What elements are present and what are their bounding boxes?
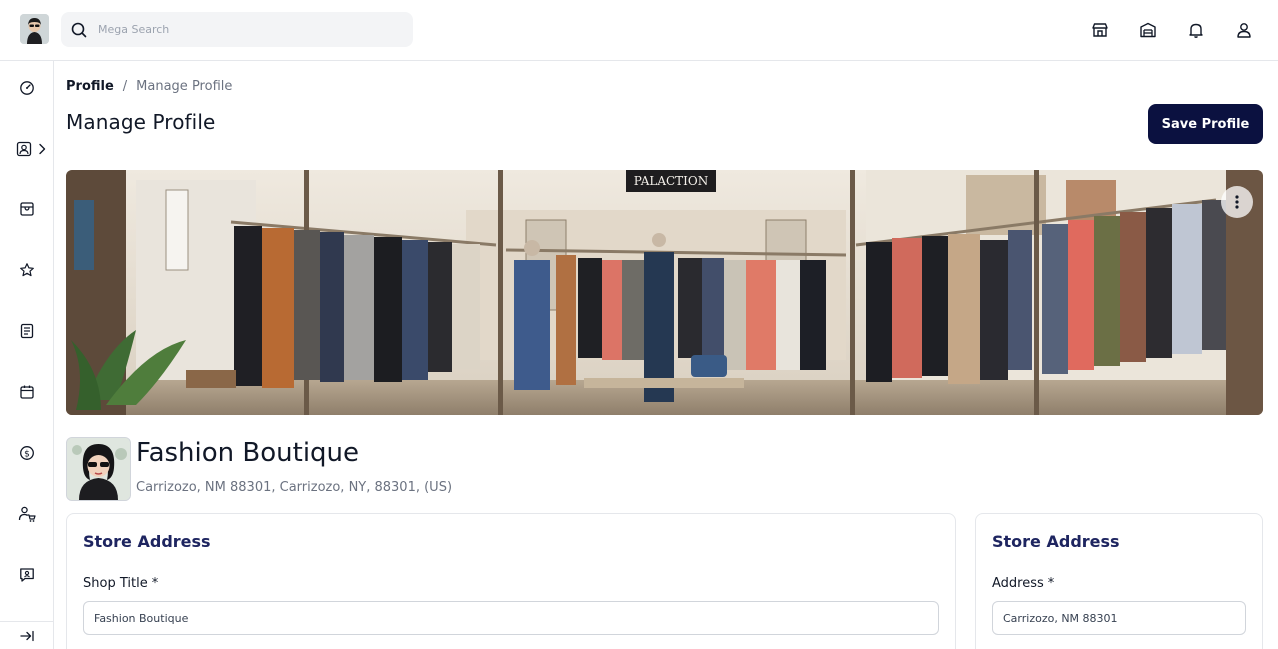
breadcrumb-item-current: Manage Profile (136, 79, 233, 94)
store-avatar[interactable] (66, 437, 131, 501)
sidebar-item-orders[interactable] (0, 316, 54, 346)
sidebar-item-dashboard[interactable] (0, 73, 54, 103)
shop-title-label: Shop Title * (83, 576, 158, 591)
bell-icon[interactable] (1186, 18, 1206, 42)
search-bar (61, 12, 413, 47)
collapse-icon (20, 630, 34, 641)
store-address: Carrizozo, NM 88301, Carrizozo, NY, 8830… (136, 480, 453, 495)
more-vertical-icon (1235, 195, 1239, 209)
shop-icon (20, 202, 34, 216)
user-cart-icon (18, 506, 36, 522)
search-input[interactable] (98, 23, 398, 36)
boutique-interior-illustration: PALACTION (66, 170, 1263, 415)
sidebar: $ (0, 61, 54, 649)
banner-sign-text: PALACTION (634, 174, 709, 188)
breadcrumb-separator: / (122, 79, 128, 94)
store-address-card-left: Store Address Shop Title * (66, 513, 956, 649)
dashboard-icon (20, 81, 34, 95)
profile-icon (16, 141, 32, 157)
sidebar-item-payments[interactable]: $ (0, 438, 54, 468)
shop-title-label-text: Shop Title (83, 576, 148, 591)
top-bar (0, 0, 1278, 61)
required-marker: * (1047, 576, 1055, 591)
shop-title-input[interactable] (83, 601, 939, 635)
card-title: Store Address (992, 532, 1120, 551)
breadcrumb: Profile / Manage Profile (66, 79, 232, 94)
user-icon[interactable] (1234, 18, 1254, 42)
store-banner-image: PALACTION (66, 170, 1263, 415)
chat-icon (20, 568, 34, 582)
svg-text:$: $ (24, 449, 30, 459)
sidebar-collapse-button[interactable] (0, 621, 54, 649)
chevron-right-icon (39, 143, 46, 155)
sidebar-item-reviews[interactable] (0, 255, 54, 285)
save-profile-button[interactable]: Save Profile (1148, 104, 1263, 144)
sidebar-item-calendar[interactable] (0, 377, 54, 407)
dollar-icon: $ (20, 446, 34, 460)
address-label: Address * (992, 576, 1054, 591)
store-avatar-image (67, 438, 130, 500)
breadcrumb-item-profile[interactable]: Profile (66, 79, 114, 94)
top-actions (1090, 18, 1254, 42)
address-label-text: Address (992, 576, 1044, 591)
page-title: Manage Profile (66, 110, 216, 134)
address-input[interactable] (992, 601, 1246, 635)
sidebar-item-profile[interactable] (0, 134, 54, 164)
search-icon (71, 22, 87, 37)
required-marker: * (151, 576, 159, 591)
star-icon (20, 263, 34, 277)
sidebar-item-shop[interactable] (0, 194, 54, 224)
store-name: Fashion Boutique (136, 438, 360, 468)
calendar-icon (20, 385, 34, 399)
store-icon[interactable] (1090, 18, 1110, 42)
sidebar-item-customers[interactable] (0, 499, 54, 529)
sidebar-item-support[interactable] (0, 560, 54, 590)
list-icon (20, 323, 34, 339)
card-title: Store Address (83, 532, 211, 551)
logo-avatar-image (20, 14, 49, 44)
banner-options-button[interactable] (1221, 186, 1253, 218)
app-logo[interactable] (20, 14, 49, 44)
store-address-card-right: Store Address Address * (975, 513, 1263, 649)
warehouse-icon[interactable] (1138, 18, 1158, 42)
